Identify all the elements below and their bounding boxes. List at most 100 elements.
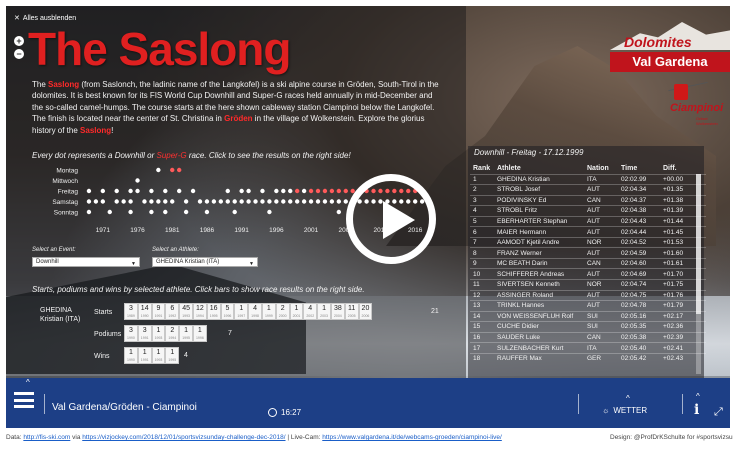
- info-button[interactable]: i: [694, 402, 699, 418]
- race-dot[interactable]: [336, 199, 342, 204]
- results-scrollbar[interactable]: [696, 174, 701, 374]
- race-dot[interactable]: [86, 188, 92, 194]
- table-row[interactable]: 5 EBERHARTER Stephan AUT 02:04.43 +01.44: [470, 215, 706, 227]
- race-dot[interactable]: [232, 199, 237, 204]
- race-dot[interactable]: [281, 199, 286, 204]
- race-dot[interactable]: [142, 199, 147, 204]
- table-row[interactable]: 6 MAIER Hermann AUT 02:04.44 +01.45: [470, 226, 706, 238]
- hide-all-toggle[interactable]: ✕ Alles ausblenden: [14, 14, 76, 23]
- starts-bar[interactable]: 9 1991: [151, 303, 166, 320]
- race-dot[interactable]: [315, 188, 321, 194]
- play-button[interactable]: [346, 174, 436, 264]
- race-dot[interactable]: [100, 199, 106, 204]
- race-dot[interactable]: [204, 209, 210, 215]
- race-dot[interactable]: [218, 199, 224, 204]
- race-dot[interactable]: [336, 188, 342, 194]
- race-dot[interactable]: [163, 199, 168, 204]
- chevron-up-icon[interactable]: ^: [26, 378, 30, 387]
- race-dot[interactable]: [260, 188, 265, 194]
- race-dot[interactable]: [267, 199, 272, 204]
- race-dot[interactable]: [135, 188, 140, 194]
- race-dot[interactable]: [183, 209, 189, 215]
- race-dot[interactable]: [156, 167, 161, 173]
- fis-link[interactable]: http://fis-ski.com: [23, 434, 70, 441]
- race-dot[interactable]: [204, 199, 210, 204]
- race-dot[interactable]: [170, 199, 175, 204]
- zoom-in-button[interactable]: +: [14, 36, 24, 46]
- race-dot[interactable]: [197, 199, 203, 204]
- chevron-up-icon[interactable]: ^: [626, 394, 630, 403]
- podiums-bar[interactable]: 3 1990: [124, 325, 138, 342]
- race-dot[interactable]: [274, 188, 279, 194]
- table-row[interactable]: 12 ASSINGER Roland AUT 02:04.75 +01.76: [470, 289, 706, 301]
- podiums-bar[interactable]: 2 1994: [165, 325, 180, 342]
- starts-bar[interactable]: 4 2002: [303, 303, 318, 320]
- starts-bar[interactable]: 16 1995: [206, 303, 221, 320]
- table-row[interactable]: 1 GHEDINA Kristian ITA 02:02.99 +00.00: [470, 173, 706, 185]
- race-dot[interactable]: [308, 188, 314, 194]
- table-row[interactable]: 3 PODIVINSKY Ed CAN 02:04.37 +01.38: [470, 194, 706, 206]
- race-dot[interactable]: [315, 199, 321, 204]
- race-dot[interactable]: [329, 199, 335, 204]
- race-dot[interactable]: [128, 188, 133, 194]
- wins-bar[interactable]: 1 1991: [137, 347, 152, 364]
- race-dot[interactable]: [163, 188, 168, 194]
- race-dot[interactable]: [100, 188, 106, 194]
- starts-bar[interactable]: 4 1998: [248, 303, 262, 320]
- race-dot[interactable]: [211, 199, 217, 204]
- chevron-up-icon[interactable]: ^: [696, 392, 700, 401]
- starts-bar[interactable]: 11 2005: [344, 303, 359, 320]
- race-dot[interactable]: [149, 199, 154, 204]
- table-row[interactable]: 2 STROBL Josef AUT 02:04.34 +01.35: [470, 184, 706, 196]
- starts-bar[interactable]: 1 1997: [234, 303, 249, 320]
- race-dot[interactable]: [260, 199, 265, 204]
- table-row[interactable]: 10 SCHIFFERER Andreas AUT 02:04.69 +01.70: [470, 268, 706, 280]
- starts-bar[interactable]: 20 2006: [358, 303, 373, 320]
- race-dot[interactable]: [232, 209, 237, 215]
- starts-bar[interactable]: 1 2001: [289, 303, 304, 320]
- starts-bar[interactable]: 45 1993: [179, 303, 193, 320]
- race-dot[interactable]: [246, 188, 251, 194]
- table-row[interactable]: 15 CUCHE Didier SUI 02:05.35 +02.36: [470, 321, 706, 333]
- race-dot[interactable]: [301, 188, 307, 194]
- race-dot[interactable]: [288, 188, 293, 194]
- race-dot[interactable]: [114, 199, 119, 204]
- race-dot[interactable]: [253, 199, 258, 204]
- race-dot[interactable]: [183, 199, 189, 204]
- race-dot[interactable]: [225, 199, 230, 204]
- race-dot[interactable]: [294, 188, 300, 194]
- menu-icon[interactable]: [14, 392, 34, 408]
- race-dot[interactable]: [329, 188, 335, 194]
- race-dot[interactable]: [322, 199, 328, 204]
- starts-bar[interactable]: 38 2004: [330, 303, 345, 320]
- event-select[interactable]: Downhill ▼: [32, 257, 140, 267]
- race-dot[interactable]: [121, 199, 126, 204]
- race-dot[interactable]: [128, 199, 133, 204]
- wins-bar[interactable]: 1 1990: [124, 347, 138, 364]
- podiums-bar[interactable]: 1 1993: [151, 325, 166, 342]
- podiums-bar[interactable]: 1 1996: [192, 325, 207, 342]
- starts-bar[interactable]: 1 1999: [261, 303, 276, 320]
- race-dot[interactable]: [301, 199, 307, 204]
- race-dot[interactable]: [308, 199, 314, 204]
- table-row[interactable]: 16 SAUDER Luke CAN 02:05.38 +02.39: [470, 331, 706, 343]
- podiums-bar[interactable]: 3 1991: [137, 325, 152, 342]
- starts-bar[interactable]: 1 2003: [317, 303, 331, 320]
- race-dot[interactable]: [294, 199, 300, 204]
- race-dot[interactable]: [322, 188, 328, 194]
- race-dot[interactable]: [239, 188, 244, 194]
- race-dot[interactable]: [274, 199, 279, 204]
- zoom-out-button[interactable]: −: [14, 49, 24, 59]
- valgardena-link[interactable]: https://www.valgardena.it/de/webcams-gro…: [322, 434, 502, 441]
- race-dot[interactable]: [246, 199, 251, 204]
- table-row[interactable]: 18 RAUFFER Max GER 02:05.42 +02.43: [470, 352, 706, 364]
- race-dot[interactable]: [149, 188, 154, 194]
- race-dot[interactable]: [156, 199, 161, 204]
- scrollbar-thumb[interactable]: [696, 174, 701, 314]
- race-dot[interactable]: [239, 199, 244, 204]
- vizjockey-link[interactable]: https://vizjockey.com/2018/12/01/sportsv…: [82, 434, 285, 441]
- athlete-select[interactable]: GHEDINA Kristian (ITA) ▼: [152, 257, 258, 267]
- race-dot[interactable]: [170, 167, 175, 173]
- fullscreen-icon[interactable]: ⤢: [714, 406, 726, 418]
- race-dot[interactable]: [288, 199, 293, 204]
